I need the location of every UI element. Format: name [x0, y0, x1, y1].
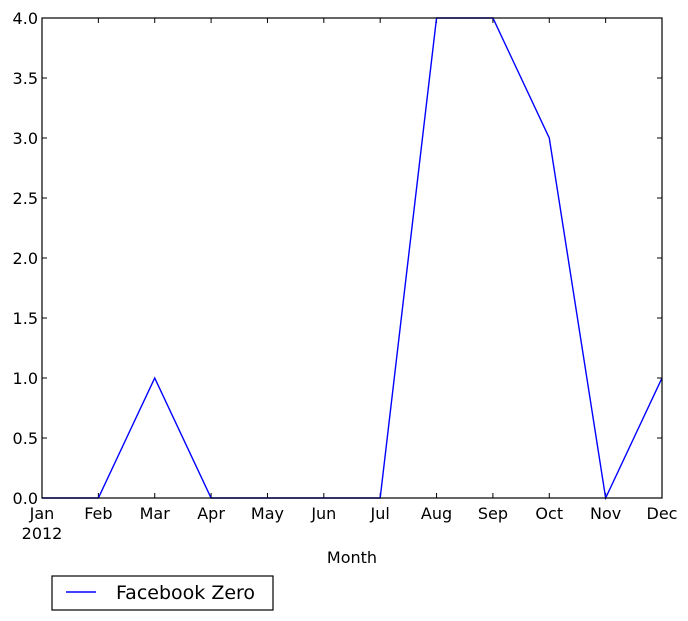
x-tick-label: Jun	[310, 504, 336, 523]
x-axis: Jan Feb Mar Apr May Jun Jul Aug Sep Oct Nov Dec	[29, 18, 678, 523]
legend-label: Facebook Zero	[116, 582, 255, 604]
x-tick-label: May	[251, 504, 284, 523]
x-tick-label: Mar	[140, 504, 171, 523]
x-tick-label: Nov	[590, 504, 621, 523]
x-axis-label: Month	[327, 548, 377, 567]
y-tick-label: 2.5	[13, 189, 38, 208]
series-line-facebook-zero	[42, 17, 663, 501]
x-tick-label: Apr	[197, 504, 225, 523]
y-tick-label: 1.0	[13, 369, 38, 388]
x-tick-label: Feb	[84, 504, 112, 523]
y-tick-label: 0.5	[13, 429, 38, 448]
x-tick-label: Oct	[535, 504, 563, 523]
x-tick-label: Aug	[421, 504, 452, 523]
x-axis-year-label: 2012	[22, 524, 63, 543]
y-tick-label: 3.5	[13, 69, 38, 88]
plot-area	[41, 17, 663, 501]
legend: Facebook Zero	[51, 575, 274, 611]
y-tick-label: 3.0	[13, 129, 38, 148]
x-tick-label: Dec	[647, 504, 678, 523]
y-tick-label: 4.0	[13, 9, 38, 28]
x-tick-label: Jul	[370, 504, 390, 523]
x-tick-label: Jan	[29, 504, 55, 523]
y-axis: 0.00.51.01.52.02.53.03.54.0	[13, 9, 662, 508]
line-chart: 0.00.51.01.52.02.53.03.54.0 Jan Feb Mar Apr…	[13, 9, 678, 611]
y-tick-label: 2.0	[13, 249, 38, 268]
x-tick-label: Sep	[478, 504, 508, 523]
y-tick-label: 1.5	[13, 309, 38, 328]
axes-frame	[41, 17, 663, 499]
